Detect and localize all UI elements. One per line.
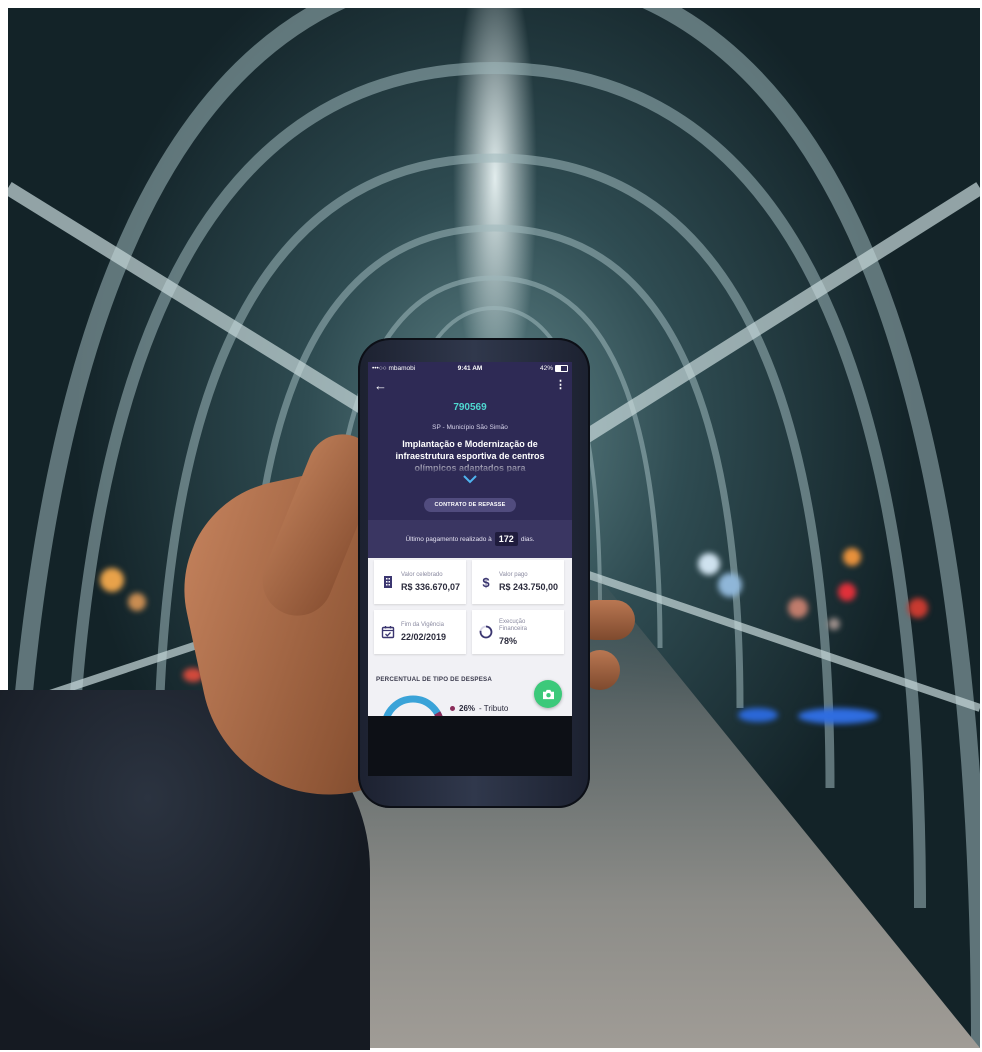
- card-label: Fim da Vigência: [401, 622, 444, 628]
- card-label-line2: Financeira: [499, 626, 528, 632]
- battery-percent: 42%: [539, 364, 553, 372]
- last-payment-strip: Último pagamento realizado à 172 dias.: [368, 520, 572, 558]
- dollar-icon: $: [482, 575, 490, 589]
- phone-bottom-bezel: [368, 716, 572, 776]
- contract-type-button[interactable]: CONTRATO DE REPASSE: [424, 498, 516, 512]
- bokeh-light: [128, 593, 146, 611]
- card-label: Valor celebrado: [401, 572, 443, 578]
- app-header: •••○○ mbamobi 9:41 AM 42% ← ⋮ 790569 SP …: [368, 362, 572, 520]
- bokeh-light: [843, 548, 861, 566]
- payment-days-badge: 172: [494, 532, 518, 546]
- bokeh-light: [718, 573, 742, 597]
- app-screen: •••○○ mbamobi 9:41 AM 42% ← ⋮ 790569 SP …: [368, 362, 572, 716]
- svg-text:$: $: [482, 575, 490, 589]
- bokeh-light: [698, 553, 720, 575]
- legend-dot: [450, 706, 455, 711]
- back-arrow-icon[interactable]: ←: [374, 379, 387, 392]
- bokeh-light: [738, 708, 778, 722]
- bokeh-light: [828, 618, 840, 630]
- camera-fab-button[interactable]: [534, 680, 562, 708]
- expense-donut-chart: [381, 695, 445, 716]
- payment-prefix: Último pagamento realizado à: [405, 535, 492, 543]
- card-value: 22/02/2019: [401, 632, 447, 642]
- agreement-code: 790569: [453, 402, 487, 413]
- bokeh-light: [788, 598, 808, 618]
- bokeh-light: [838, 583, 856, 601]
- legend-label: - Tributo: [479, 704, 509, 713]
- card-fim-vigencia[interactable]: Fim da Vigência 22/02/2019: [374, 610, 466, 654]
- battery-icon: [555, 364, 568, 372]
- card-value: 78%: [499, 636, 518, 646]
- battery-indicator: 42%: [539, 364, 568, 372]
- card-value: R$ 336.670,07: [401, 582, 461, 592]
- payment-suffix: dias.: [520, 535, 535, 543]
- municipality-label: SP - Município São Simão: [432, 424, 508, 431]
- more-vertical-icon[interactable]: ⋮: [555, 379, 566, 392]
- calendar-check-icon: [381, 626, 395, 639]
- legend-percent: 26%: [459, 704, 476, 713]
- camera-icon: [542, 689, 554, 699]
- chevron-down-icon[interactable]: [462, 474, 478, 484]
- card-execucao-financeira[interactable]: Execução Financeira 78%: [472, 610, 564, 654]
- progress-ring-icon: [479, 625, 493, 639]
- bokeh-light: [798, 708, 878, 724]
- card-label: Execução Financeira: [499, 619, 527, 633]
- card-label-line1: Execução: [499, 619, 526, 625]
- status-bar: •••○○ mbamobi 9:41 AM 42%: [368, 362, 572, 374]
- building-icon: [384, 576, 392, 588]
- bokeh-light: [908, 598, 928, 618]
- card-valor-pago[interactable]: $ Valor pago R$ 243.750,00: [472, 560, 564, 604]
- card-label: Valor pago: [499, 572, 528, 578]
- expense-legend-item: 26% - Tributo: [450, 704, 508, 713]
- bokeh-light: [100, 568, 124, 592]
- title-fade: [368, 460, 572, 474]
- card-valor-celebrado[interactable]: Valor celebrado R$ 336.670,07: [374, 560, 466, 604]
- expense-section-title: PERCENTUAL DE TIPO DE DESPESA: [376, 676, 493, 683]
- card-value: R$ 243.750,00: [499, 582, 559, 592]
